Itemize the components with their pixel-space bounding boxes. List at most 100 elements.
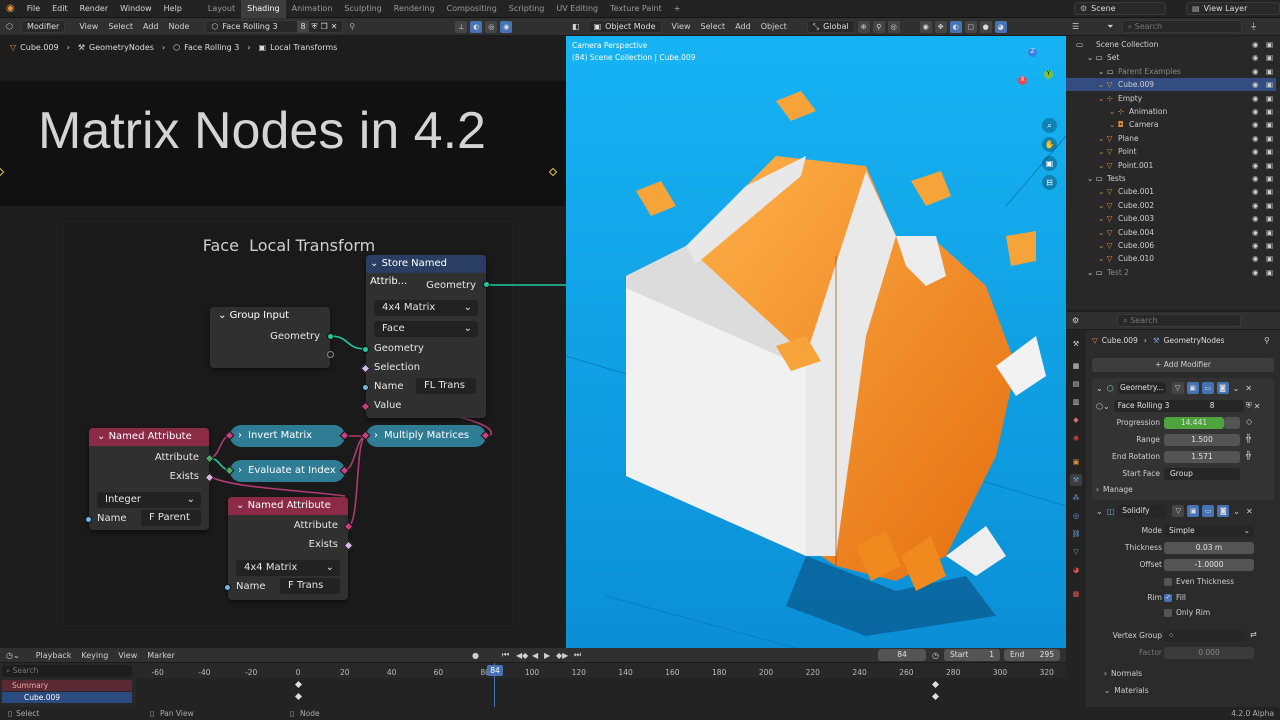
editor-type-icon[interactable]: ◷⌄ bbox=[6, 651, 20, 660]
visibility-icon[interactable]: ◉ bbox=[1252, 226, 1259, 239]
manage-subpanel[interactable]: › Manage bbox=[1096, 485, 1133, 494]
outliner-row[interactable]: ⌄ ▽ Cube.004 ◉ ▣ bbox=[1066, 226, 1276, 239]
tab-sculpting[interactable]: Sculpting bbox=[338, 0, 387, 18]
visibility-icon[interactable]: ◉ bbox=[1252, 65, 1259, 78]
invert-icon[interactable]: ⇄ bbox=[1250, 630, 1257, 639]
render-visibility-icon[interactable]: ▣ bbox=[1266, 172, 1273, 185]
cage-icon[interactable]: ▣ bbox=[1186, 382, 1199, 394]
outliner-row[interactable]: ▭ Scene Collection ◉ ▣ bbox=[1066, 38, 1276, 51]
node-group-selector[interactable]: ⬡⌄ Face Rolling 38 ⛨ ✕ bbox=[1096, 400, 1268, 412]
tab-texture-paint[interactable]: Texture Paint bbox=[604, 0, 668, 18]
close-icon[interactable]: ✕ bbox=[1254, 402, 1261, 411]
tab-layout[interactable]: Layout bbox=[202, 0, 241, 18]
visibility-icon[interactable]: ◉ bbox=[1252, 105, 1259, 118]
track-summary[interactable]: Summary bbox=[2, 680, 132, 691]
visibility-icon[interactable]: ◉ bbox=[1252, 266, 1259, 279]
outliner-row[interactable]: ⌄ ▭ Set ◉ ▣ bbox=[1066, 51, 1276, 64]
dropdown-icon[interactable]: ⌄ bbox=[1233, 507, 1240, 516]
only-rim-checkbox[interactable]: Only Rim bbox=[1164, 608, 1210, 617]
tab-shading[interactable]: Shading bbox=[241, 0, 286, 18]
render-tab-icon[interactable]: ▦ bbox=[1070, 360, 1082, 372]
zoom-icon[interactable]: ⌕ bbox=[1042, 118, 1057, 133]
menu-add[interactable]: Add bbox=[735, 22, 751, 31]
node-multiply-matrices[interactable]: › Multiply Matrices bbox=[366, 425, 486, 447]
filter-icon[interactable]: ⏷ bbox=[1107, 22, 1113, 32]
remove-modifier-icon[interactable]: ✕ bbox=[1246, 507, 1253, 516]
lock-icon[interactable]: ⊟ bbox=[1042, 175, 1057, 190]
param-progression-field[interactable]: 14.441 bbox=[1164, 417, 1224, 429]
menu-object[interactable]: Object bbox=[761, 22, 787, 31]
play-icon[interactable]: ▶ bbox=[544, 651, 550, 660]
timeline[interactable]: ◷⌄ Playback Keying View Marker ● ⏮ ◀◆ ◀ … bbox=[0, 648, 1066, 707]
render-visibility-icon[interactable]: ▣ bbox=[1266, 92, 1273, 105]
collapse-icon[interactable]: ⌄ bbox=[1096, 507, 1103, 516]
tab-scripting[interactable]: Scripting bbox=[503, 0, 551, 18]
data-type-dropdown[interactable]: 4x4 Matrix ⌄ bbox=[374, 300, 478, 316]
mode-dropdown[interactable]: ▣ Object Mode bbox=[587, 20, 662, 33]
cage-icon[interactable]: ▣ bbox=[1187, 505, 1200, 517]
node-named-attribute-1[interactable]: ⌄ Named Attribute Attribute Exists Integ… bbox=[85, 428, 215, 530]
menu-marker[interactable]: Marker bbox=[147, 651, 175, 660]
tab-rendering[interactable]: Rendering bbox=[388, 0, 441, 18]
name-field[interactable]: F Trans bbox=[280, 578, 340, 594]
dropdown-icon[interactable]: ⌄ bbox=[1233, 384, 1240, 393]
outliner-row[interactable]: ⌄ ▽ Cube.002 ◉ ▣ bbox=[1066, 199, 1276, 212]
node-header[interactable]: ⌄ Group Input bbox=[210, 307, 330, 325]
menu-file[interactable]: File bbox=[27, 4, 40, 13]
end-frame-field[interactable]: End 295 bbox=[1004, 649, 1060, 661]
modifier-name-field[interactable]: Geometry... bbox=[1117, 382, 1166, 394]
visibility-icon[interactable]: ◉ bbox=[1252, 199, 1259, 212]
vertex-group-field[interactable]: ⁘ bbox=[1164, 630, 1244, 642]
node-evaluate-at-index[interactable]: › Evaluate at Index bbox=[230, 460, 345, 482]
visibility-icon[interactable]: ◉ bbox=[1252, 239, 1259, 252]
node-group-field[interactable]: Face Rolling 38 bbox=[1113, 400, 1244, 412]
visibility-icon[interactable]: ◉ bbox=[1252, 212, 1259, 225]
name-field[interactable]: F Parent bbox=[141, 510, 201, 526]
orientation-dropdown[interactable]: ⤡ Global bbox=[806, 20, 855, 33]
outliner-row[interactable]: ⌄ ▽ Cube.003 ◉ ▣ bbox=[1066, 212, 1276, 225]
expand-icon[interactable]: › bbox=[374, 425, 378, 447]
visibility-icon[interactable]: ◉ bbox=[919, 20, 932, 33]
outliner-row[interactable]: ⌄ ▽ Cube.010 ◉ ▣ bbox=[1066, 252, 1276, 265]
constraints-tab-icon[interactable]: ⛓ bbox=[1070, 528, 1082, 540]
keyframe-area[interactable] bbox=[136, 678, 1066, 707]
blender-logo-icon[interactable]: ◉ bbox=[6, 3, 15, 14]
render-visibility-icon[interactable]: ▣ bbox=[1266, 199, 1273, 212]
render-visibility-icon[interactable]: ▣ bbox=[1266, 212, 1273, 225]
collapse-icon[interactable]: ⌄ bbox=[97, 431, 109, 442]
outliner-row[interactable]: ⌄ ▽ Point ◉ ▣ bbox=[1066, 145, 1276, 158]
node-invert-matrix[interactable]: › Invert Matrix bbox=[230, 425, 345, 447]
factor-field[interactable]: 0.000 bbox=[1164, 647, 1254, 659]
add-modifier-button[interactable]: + Add Modifier bbox=[1092, 358, 1274, 372]
view-layer-tab-icon[interactable]: ▥ bbox=[1070, 396, 1082, 408]
tab-uv-editing[interactable]: UV Editing bbox=[550, 0, 604, 18]
solidify-modifier-panel[interactable]: ⌄ ◫ Solidify ▽ ▣ ▭ ◙ ⌄ ✕ Mode Simple ⌄ Th… bbox=[1092, 503, 1274, 663]
empty-out-socket[interactable] bbox=[327, 351, 334, 358]
outliner-row[interactable]: ⌄ ◘ Camera ◉ ▣ bbox=[1066, 118, 1276, 131]
name-socket[interactable] bbox=[85, 516, 92, 523]
tool-tab-icon[interactable]: ⚒ bbox=[1070, 338, 1082, 350]
outliner-row[interactable]: ⌄ ▽ Point.001 ◉ ▣ bbox=[1066, 159, 1276, 172]
menu-keying[interactable]: Keying bbox=[81, 651, 108, 660]
jump-start-icon[interactable]: ⏮ bbox=[502, 650, 509, 660]
render-visibility-icon[interactable]: ▣ bbox=[1266, 159, 1273, 172]
param-range-field[interactable]: 1.500 bbox=[1164, 434, 1240, 446]
pivot-icon[interactable]: ⊕ bbox=[857, 20, 870, 33]
add-workspace-icon[interactable]: + bbox=[674, 4, 681, 13]
render-visibility-icon[interactable]: ▣ bbox=[1266, 65, 1273, 78]
fill-checkbox[interactable]: ✓ Fill bbox=[1164, 593, 1186, 602]
render-icon[interactable]: ◙ bbox=[1217, 505, 1230, 517]
render-visibility-icon[interactable]: ▣ bbox=[1266, 38, 1273, 51]
outliner-row[interactable]: ⌄ ▭ Test 2 ◉ ▣ bbox=[1066, 266, 1276, 279]
render-visibility-icon[interactable]: ▣ bbox=[1266, 185, 1273, 198]
modifier-name-field[interactable]: Solidify bbox=[1118, 505, 1167, 517]
viewport-display-icon[interactable]: ▭ bbox=[1202, 505, 1215, 517]
visibility-icon[interactable]: ◉ bbox=[1252, 78, 1259, 91]
menu-select[interactable]: Select bbox=[701, 22, 726, 31]
viewport-display-icon[interactable]: ▭ bbox=[1201, 382, 1214, 394]
properties-search-input[interactable]: ⌕ Search bbox=[1117, 314, 1242, 327]
output-tab-icon[interactable]: ▤ bbox=[1070, 378, 1082, 390]
render-visibility-icon[interactable]: ▣ bbox=[1266, 132, 1273, 145]
pin-icon[interactable]: ⚲ bbox=[1264, 336, 1270, 345]
shading-solid-icon[interactable]: ● bbox=[979, 20, 992, 33]
